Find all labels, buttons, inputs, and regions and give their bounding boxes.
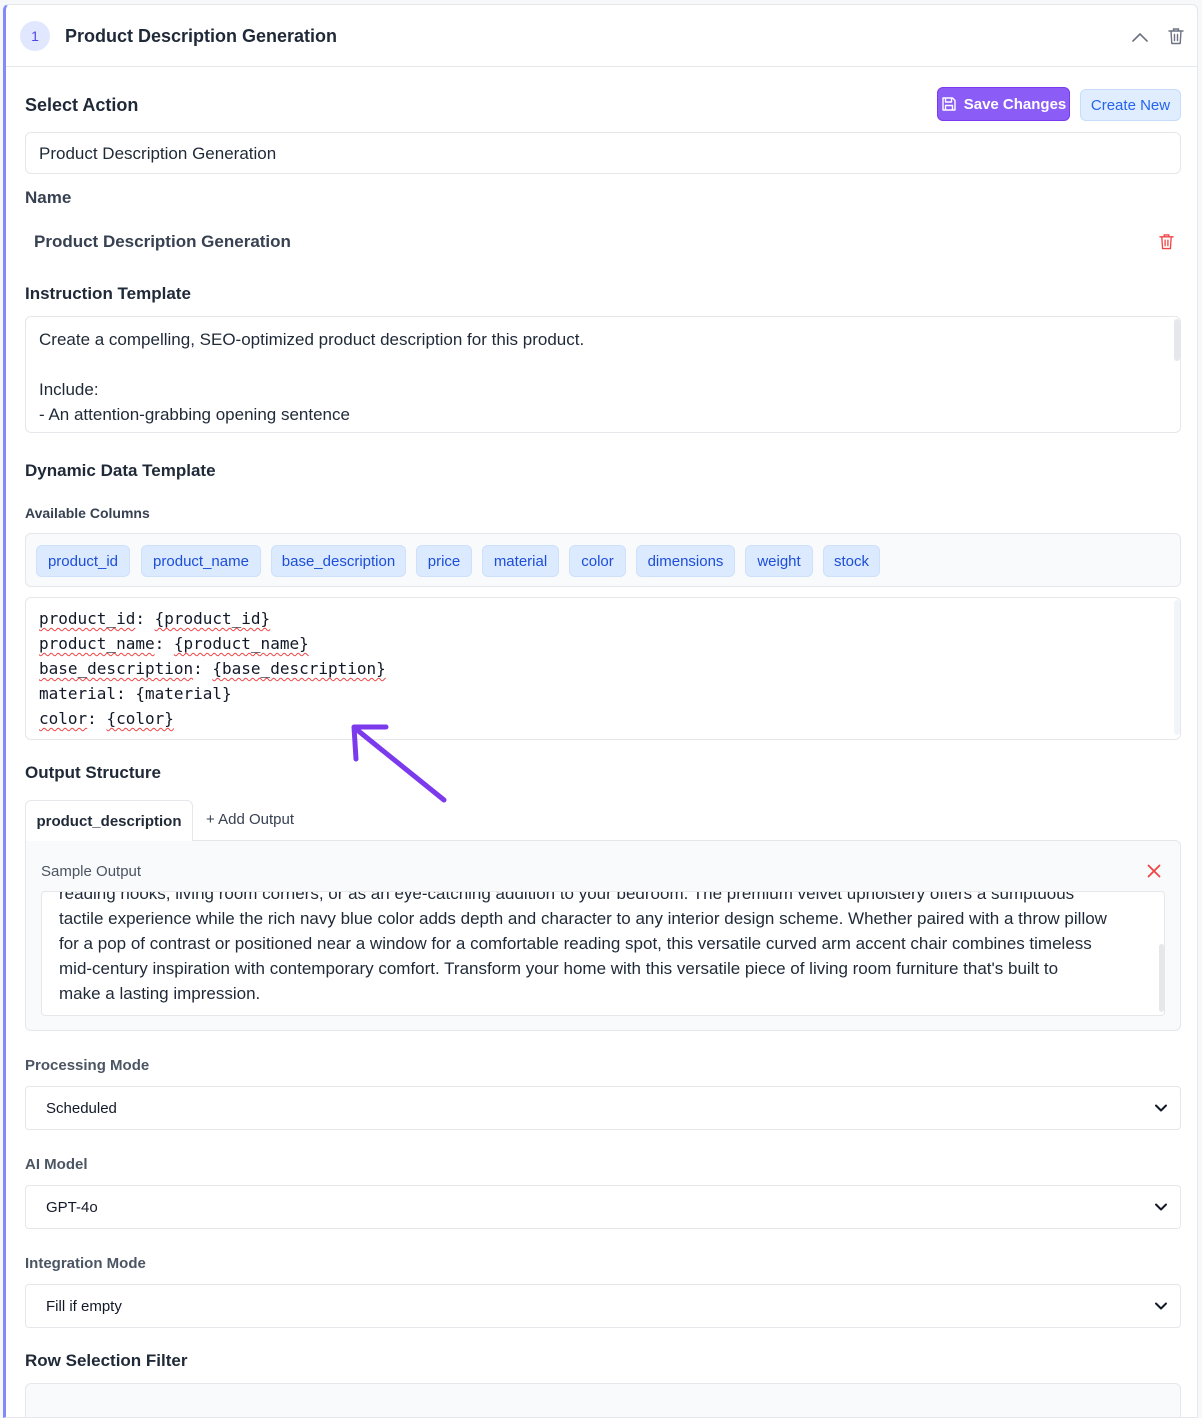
template-line: material: {material} <box>39 684 232 703</box>
chevron-down-icon <box>1155 1203 1167 1211</box>
save-icon <box>942 97 956 111</box>
add-output-button[interactable]: + Add Output <box>206 811 294 828</box>
column-chip-product-name[interactable]: product_name <box>141 545 261 577</box>
instruction-scrollbar[interactable] <box>1174 319 1180 361</box>
delete-name-trash-icon[interactable] <box>1156 230 1176 252</box>
instruction-line <box>39 352 584 377</box>
instruction-line: - An attention-grabbing opening sentence <box>39 405 350 424</box>
step-title: Product Description Generation <box>65 26 338 46</box>
instruction-line: Create a compelling, SEO-optimized produ… <box>39 330 585 349</box>
annotation-arrow-icon <box>351 724 447 803</box>
template-line: product_id: {product_id} <box>39 609 271 628</box>
processing-mode-label: Processing Mode <box>25 1057 150 1074</box>
processing-mode-value: Scheduled <box>46 1099 117 1117</box>
sample-line: reading nooks, living room corners, or a… <box>59 891 1075 903</box>
collapse-chevron-up-icon[interactable] <box>1130 27 1150 47</box>
ai-model-select[interactable]: GPT-4o <box>25 1185 1181 1229</box>
row-selection-filter-box[interactable] <box>25 1383 1181 1417</box>
chevron-down-icon <box>1155 1104 1167 1112</box>
instruction-line: Include: <box>39 380 99 399</box>
step-header[interactable]: 1 Product Description Generation <box>6 5 1197 67</box>
save-changes-label: Save Changes <box>963 95 1067 113</box>
available-columns-label: Available Columns <box>25 505 150 521</box>
ai-model-value: GPT-4o <box>46 1198 98 1216</box>
output-structure-label: Output Structure <box>25 763 161 782</box>
save-changes-button[interactable]: Save Changes <box>937 87 1070 121</box>
create-new-button[interactable]: Create New <box>1080 89 1181 121</box>
template-scrollbar[interactable] <box>1174 600 1180 735</box>
column-chip-color[interactable]: color <box>569 545 626 577</box>
chevron-down-icon <box>1155 1302 1167 1310</box>
sample-line: make a lasting impression. <box>59 984 261 1003</box>
row-selection-filter-label: Row Selection Filter <box>25 1351 188 1370</box>
column-chip-material[interactable]: material <box>482 545 559 577</box>
instruction-template-label: Instruction Template <box>25 284 191 303</box>
template-line: product_name: {product_name} <box>39 634 309 653</box>
delete-step-trash-icon[interactable] <box>1166 25 1186 47</box>
instruction-template-textarea[interactable]: Create a compelling, SEO-optimized produ… <box>25 316 1181 433</box>
column-chip-base-description[interactable]: base_description <box>271 545 406 577</box>
template-line: color: {color} <box>39 709 174 728</box>
dynamic-template-textarea[interactable]: product_id: {product_id} product_name: {… <box>25 597 1181 740</box>
step-number-badge: 1 <box>20 21 50 51</box>
remove-output-close-icon[interactable] <box>1146 863 1162 879</box>
sample-line: mid-century inspiration with contemporar… <box>59 959 1059 978</box>
output-panel: Sample Output reading nooks, living room… <box>25 840 1181 1031</box>
sample-output-scrollbar[interactable] <box>1159 944 1164 1012</box>
step-card: 1 Product Description Generation Select … <box>3 4 1198 1418</box>
tab-product-description[interactable]: product_description <box>25 800 193 841</box>
sample-output-label: Sample Output <box>41 863 142 880</box>
select-action-field[interactable]: Product Description Generation <box>25 132 1181 174</box>
processing-mode-select[interactable]: Scheduled <box>25 1086 1181 1130</box>
integration-mode-value: Fill if empty <box>46 1297 122 1315</box>
integration-mode-select[interactable]: Fill if empty <box>25 1284 1181 1328</box>
name-value[interactable]: Product Description Generation <box>34 232 291 252</box>
column-chip-stock[interactable]: stock <box>823 545 880 577</box>
available-columns-list: product_id product_name base_description… <box>25 533 1181 587</box>
sample-line: for a pop of contrast or positioned near… <box>59 934 1092 953</box>
column-chip-product-id[interactable]: product_id <box>36 545 130 577</box>
column-chip-price[interactable]: price <box>416 545 472 577</box>
column-chip-dimensions[interactable]: dimensions <box>636 545 735 577</box>
name-label: Name <box>25 188 72 207</box>
dynamic-data-template-label: Dynamic Data Template <box>25 461 216 480</box>
select-action-label: Select Action <box>25 95 139 115</box>
sample-line: tactile experience while the rich navy b… <box>59 909 1107 928</box>
integration-mode-label: Integration Mode <box>25 1255 146 1272</box>
sample-output-textarea[interactable]: reading nooks, living room corners, or a… <box>41 891 1165 1016</box>
column-chip-weight[interactable]: weight <box>745 545 813 577</box>
template-line: base_description: {base_description} <box>39 659 386 678</box>
ai-model-label: AI Model <box>25 1156 88 1173</box>
